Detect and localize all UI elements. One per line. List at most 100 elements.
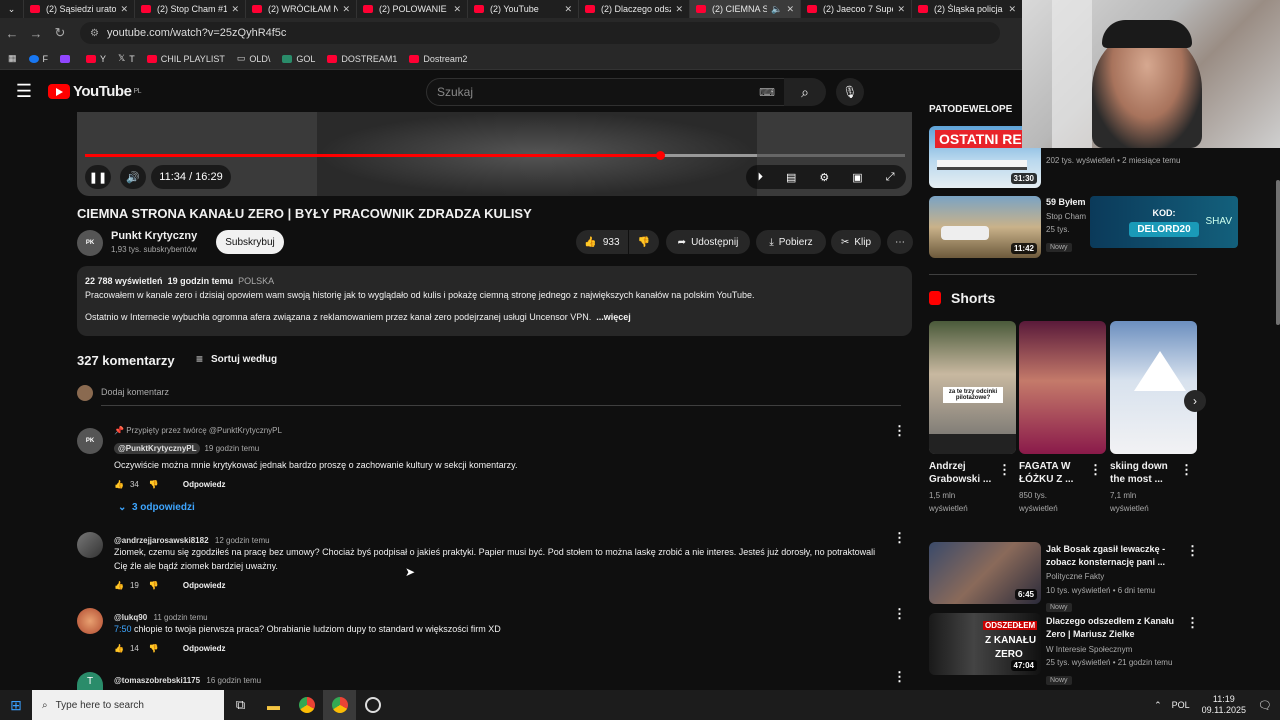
like-button[interactable]: 👍 933 xyxy=(576,230,628,254)
channel-avatar[interactable]: PK xyxy=(77,230,103,256)
thumbs-down-icon[interactable]: 👎 xyxy=(149,480,159,489)
thumbs-down-icon[interactable]: 👎 xyxy=(149,581,159,590)
bookmark-item[interactable]: F xyxy=(28,54,48,64)
video-thumbnail[interactable]: ODSZEDŁEM Z KANAŁU ZERO 47:04 xyxy=(929,613,1041,675)
bookmark-item[interactable]: DOSTREAM1 xyxy=(327,54,397,64)
avatar[interactable] xyxy=(77,532,103,558)
video-thumbnail[interactable]: 6:45 xyxy=(929,542,1041,604)
notifications-icon[interactable]: 🗨 xyxy=(1258,699,1272,712)
show-more-link[interactable]: ...więcej xyxy=(596,312,631,322)
video-title[interactable]: 59 Byłem xyxy=(1046,196,1086,209)
shorts-next-button[interactable]: › xyxy=(1184,390,1206,412)
channel-name[interactable]: Punkt Krytyczny xyxy=(111,230,197,242)
close-icon[interactable]: ✕ xyxy=(453,4,461,15)
thumbs-down-icon[interactable]: 👎 xyxy=(149,644,159,653)
pause-button[interactable]: ❚❚ xyxy=(85,165,111,189)
channel-name[interactable]: Polityczne Fakty xyxy=(1046,570,1104,583)
video-menu-icon[interactable]: ⋮ xyxy=(1186,543,1199,559)
browser-tab[interactable]: (2) Sąsiedzi uratow ✕ xyxy=(24,0,135,18)
browser-tab[interactable]: (2) Jaecoo 7 Supe ✕ xyxy=(801,0,912,18)
apps-icon[interactable]: ▦ xyxy=(8,53,17,64)
comment-menu-icon[interactable]: ⋮ xyxy=(893,423,906,439)
reply-button[interactable]: Odpowiedz xyxy=(183,581,226,590)
share-button[interactable]: ➦ Udostępnij xyxy=(666,230,750,254)
short-thumbnail[interactable] xyxy=(1019,321,1106,454)
thumbs-up-icon[interactable]: 👍 xyxy=(114,644,124,653)
bookmark-item[interactable]: Y xyxy=(86,54,106,64)
short-thumbnail[interactable] xyxy=(1110,321,1197,454)
channel-name[interactable]: W Interesie Społecznym xyxy=(1046,643,1132,656)
bookmark-item[interactable]: Dostream2 xyxy=(409,54,467,64)
address-bar[interactable]: ⚙ youtube.com/watch?v=25zQyhR4f5c xyxy=(80,22,1000,44)
short-menu-icon[interactable]: ⋮ xyxy=(1089,462,1102,478)
browser-tab-active[interactable]: (2) CIEMNA S 🔈 ✕ xyxy=(690,0,801,18)
comment-username[interactable]: @andrzejjarosawski8182 xyxy=(114,536,209,545)
close-icon[interactable]: ✕ xyxy=(897,4,905,15)
browser-tab[interactable]: (2) Stop Cham #1 ✕ xyxy=(135,0,246,18)
task-view-icon[interactable]: ⧉ xyxy=(224,690,257,720)
comment-username[interactable]: @tomaszobrebski1175 xyxy=(114,676,200,685)
search-input[interactable]: Szukaj ⌨ xyxy=(426,78,790,106)
search-button[interactable]: ⌕ xyxy=(784,78,826,106)
forward-button[interactable]: → xyxy=(24,26,48,41)
reload-button[interactable]: ↻ xyxy=(48,25,72,41)
clip-button[interactable]: ✂ Klip xyxy=(831,230,881,254)
subtitles-icon[interactable]: ▤ xyxy=(786,171,796,184)
chrome-icon-active[interactable] xyxy=(323,690,356,720)
avatar[interactable]: PK xyxy=(77,428,103,454)
file-explorer-icon[interactable]: ▬ xyxy=(257,690,290,720)
browser-tab[interactable]: (2) POLOWANIE N ✕ xyxy=(357,0,468,18)
creator-username[interactable]: @PunktKrytycznyPL xyxy=(114,443,201,454)
bookmark-item[interactable]: 𝕏T xyxy=(118,53,135,64)
start-button[interactable]: ⊞ xyxy=(0,690,32,720)
view-replies-button[interactable]: ⌄ 3 odpowiedzi xyxy=(118,502,195,513)
video-menu-icon[interactable]: ⋮ xyxy=(1186,615,1199,631)
close-icon[interactable]: ✕ xyxy=(786,4,794,15)
chrome-icon[interactable] xyxy=(290,690,323,720)
short-info[interactable]: FAGATA W ŁÓŻKU Z ... 850 tys. wyświetleń xyxy=(1019,460,1089,515)
close-icon[interactable]: ✕ xyxy=(342,4,350,15)
scrollbar-thumb[interactable] xyxy=(1276,180,1280,325)
close-icon[interactable]: ✕ xyxy=(120,4,128,15)
dislike-button[interactable]: 👎 xyxy=(629,230,659,254)
short-info[interactable]: skiing down the most ... 7,1 mln wyświet… xyxy=(1110,460,1180,515)
subscribe-button[interactable]: Subskrybuj xyxy=(216,230,284,254)
video-title-line2[interactable]: Zero | Mariusz Zielke xyxy=(1046,628,1135,641)
short-menu-icon[interactable]: ⋮ xyxy=(1180,462,1193,478)
avatar[interactable] xyxy=(77,608,103,634)
keyboard-icon[interactable]: ⌨ xyxy=(759,86,775,99)
thumbs-up-icon[interactable]: 👍 xyxy=(114,480,124,489)
avatar[interactable]: T xyxy=(77,672,103,690)
fullscreen-icon[interactable]: ⤢ xyxy=(886,171,895,184)
sort-button[interactable]: ≡ Sortuj według xyxy=(196,352,277,366)
language-indicator[interactable]: POL xyxy=(1172,700,1190,710)
thumbs-up-icon[interactable]: 👍 xyxy=(114,581,124,590)
close-icon[interactable]: ✕ xyxy=(675,4,683,15)
reply-button[interactable]: Odpowiedz xyxy=(183,480,226,489)
close-icon[interactable]: ✕ xyxy=(564,4,572,15)
miniplayer-icon[interactable]: ▣ xyxy=(852,171,862,184)
comment-menu-icon[interactable]: ⋮ xyxy=(893,606,906,622)
tray-chevron-up-icon[interactable]: ⌃ xyxy=(1154,700,1162,711)
obs-icon[interactable] xyxy=(356,690,389,720)
tab-list-button[interactable]: ⌄ xyxy=(0,0,24,18)
comment-menu-icon[interactable]: ⋮ xyxy=(893,669,906,685)
settings-gear-icon[interactable]: ⚙ xyxy=(819,171,829,184)
add-comment-input[interactable]: Dodaj komentarz xyxy=(101,387,901,406)
close-icon[interactable]: ✕ xyxy=(1008,4,1016,15)
video-thumbnail[interactable]: 11:42 xyxy=(929,196,1041,258)
bookmark-folder[interactable]: ▭ OLD\ xyxy=(237,53,271,64)
browser-tab[interactable]: (2) Śląska policja ✕ xyxy=(912,0,1023,18)
back-button[interactable]: ← xyxy=(0,26,24,41)
comment-menu-icon[interactable]: ⋮ xyxy=(893,530,906,546)
short-thumbnail[interactable]: za te trzy odcinki pilotażowe? xyxy=(929,321,1016,454)
progress-bar[interactable] xyxy=(85,151,905,160)
reply-button[interactable]: Odpowiedz xyxy=(183,644,226,653)
channel-name[interactable]: Stop Cham xyxy=(1046,210,1086,223)
browser-tab[interactable]: (2) YouTube ✕ xyxy=(468,0,579,18)
voice-search-button[interactable]: 🎙 xyxy=(836,78,864,106)
description-box[interactable]: 22 788 wyświetleń 19 godzin temu POLSKA … xyxy=(77,266,912,336)
more-actions-button[interactable]: ⋯ xyxy=(887,230,913,254)
taskbar-search[interactable]: ⌕ Type here to search xyxy=(32,690,224,720)
bookmark-item[interactable]: GOL xyxy=(282,54,315,64)
